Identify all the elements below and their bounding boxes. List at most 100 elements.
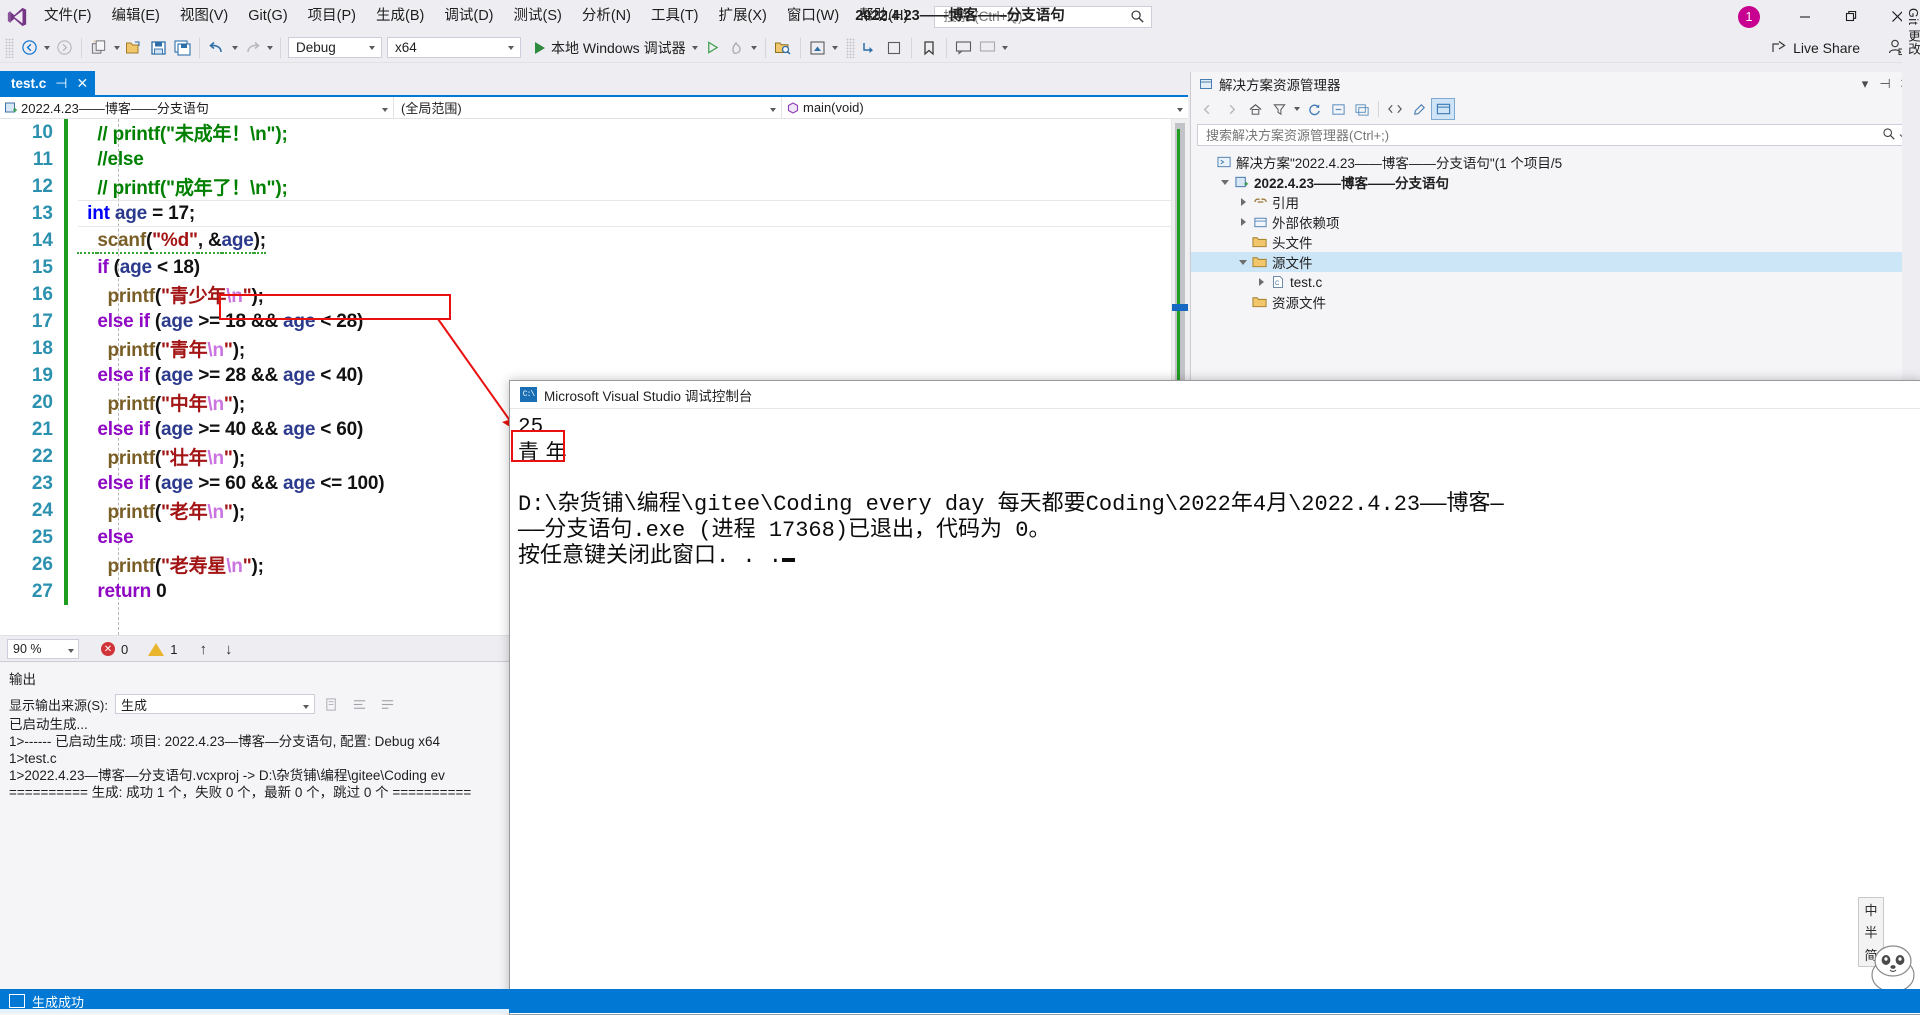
navigate-back-icon[interactable]	[17, 36, 41, 60]
code-line[interactable]: 16 printf("青少年\n");	[0, 281, 384, 308]
notification-badge[interactable]: 1	[1738, 5, 1760, 28]
code-line[interactable]: 19 else if (age >= 28 && age < 40)	[0, 362, 384, 389]
menu-file[interactable]: 文件(F)	[34, 0, 102, 33]
comment-icon[interactable]	[952, 36, 976, 60]
live-visual-tree-icon[interactable]	[806, 36, 830, 60]
filter-dropdown-icon[interactable]	[1291, 97, 1302, 121]
code-line[interactable]: 27 return 0	[0, 578, 384, 605]
collapse-all-icon[interactable]	[1326, 98, 1350, 120]
error-count-group[interactable]: ✕ 0	[101, 642, 128, 657]
menu-project[interactable]: 项目(P)	[298, 0, 366, 33]
toolbar-grip[interactable]	[5, 37, 14, 58]
solution-configuration-combo[interactable]: Debug	[288, 37, 382, 58]
toggle-wordwrap-icon[interactable]	[349, 693, 371, 715]
solution-tree-item[interactable]: Ctest.c	[1191, 272, 1920, 292]
tree-expander-icon[interactable]	[1235, 252, 1251, 272]
code-line[interactable]: 22 printf("壮年\n");	[0, 443, 384, 470]
code-line[interactable]: 24 printf("老年\n");	[0, 497, 384, 524]
toolbar-grip-2[interactable]	[845, 37, 855, 58]
redo-dropdown-icon[interactable]	[264, 36, 275, 60]
search-input[interactable]	[941, 8, 1131, 25]
code-line[interactable]: 10 // printf("未成年！\n");	[0, 119, 384, 146]
menu-build[interactable]: 生成(B)	[366, 0, 434, 33]
menu-extensions[interactable]: 扩展(X)	[709, 0, 777, 33]
comment-dropdown-icon[interactable]	[1000, 36, 1011, 60]
back-icon[interactable]	[1195, 98, 1219, 120]
solution-tree[interactable]: 解决方案"2022.4.23——博客——分支语句"(1 个项目/5 2022.4.…	[1191, 150, 1920, 312]
navigate-back-dropdown-icon[interactable]	[41, 36, 52, 60]
ime-mode-chinese[interactable]: 中	[1864, 900, 1877, 919]
save-icon[interactable]	[146, 36, 170, 60]
menu-test[interactable]: 测试(S)	[504, 0, 572, 33]
maximize-restore-button[interactable]	[1828, 0, 1874, 33]
properties-icon[interactable]	[1407, 98, 1431, 120]
menu-analyze[interactable]: 分析(N)	[572, 0, 641, 33]
home-icon[interactable]	[1243, 98, 1267, 120]
undo-dropdown-icon[interactable]	[229, 36, 240, 60]
close-icon[interactable]: ✕	[76, 75, 88, 92]
code-line[interactable]: 11 //else	[0, 146, 384, 173]
output-source-combo[interactable]: 生成	[114, 694, 315, 714]
live-share-button[interactable]: Live Share	[1771, 33, 1860, 62]
code-line[interactable]: 25 else	[0, 524, 384, 551]
navbar-project-combo[interactable]: 2022.4.23——博客——分支语句	[0, 97, 394, 118]
ime-mascot-icon[interactable]	[1862, 929, 1920, 993]
navbar-scope-combo[interactable]: (全局范围)	[394, 97, 782, 118]
solution-tree-item[interactable]: 源文件	[1191, 252, 1920, 272]
menu-tools[interactable]: 工具(T)	[641, 0, 709, 33]
output-settings-icon[interactable]	[377, 693, 399, 715]
save-all-icon[interactable]	[170, 36, 194, 60]
tree-expander-icon[interactable]	[1235, 192, 1251, 212]
solution-search-input[interactable]	[1204, 126, 1882, 144]
tree-expander-icon[interactable]	[1235, 212, 1251, 232]
minimize-button[interactable]	[1782, 0, 1828, 33]
previous-issue-button[interactable]: ↑	[199, 641, 207, 658]
menu-window[interactable]: 窗口(W)	[777, 0, 849, 33]
solution-tree-item[interactable]: 引用	[1191, 192, 1920, 212]
code-line[interactable]: 21 else if (age >= 40 && age < 60)	[0, 416, 384, 443]
bookmark-icon[interactable]	[917, 36, 941, 60]
navigate-forward-icon[interactable]	[52, 36, 76, 60]
step-over-icon[interactable]	[882, 36, 906, 60]
solution-tree-item[interactable]: 解决方案"2022.4.23——博客——分支语句"(1 个项目/5	[1191, 152, 1920, 172]
solution-explorer-menu-icon[interactable]: ▾	[1855, 73, 1875, 95]
undo-icon[interactable]	[205, 36, 229, 60]
code-line[interactable]: 23 else if (age >= 60 && age <= 100)	[0, 470, 385, 497]
debug-console-window[interactable]: C:\ Microsoft Visual Studio 调试控制台 25 青 年…	[509, 380, 1920, 1015]
open-file-icon[interactable]	[122, 36, 146, 60]
solution-tree-item[interactable]: 2022.4.23——博客——分支语句	[1191, 172, 1920, 192]
new-project-dropdown-icon[interactable]	[111, 36, 122, 60]
global-search-box[interactable]	[934, 5, 1153, 28]
pin-icon[interactable]: ⊣	[55, 75, 67, 92]
new-project-icon[interactable]	[87, 36, 111, 60]
show-all-files-icon[interactable]	[1350, 98, 1374, 120]
zoom-level-combo[interactable]: 90 %	[7, 639, 79, 659]
hot-reload-icon[interactable]	[725, 36, 749, 60]
hot-reload-dropdown-icon[interactable]	[749, 36, 760, 60]
forward-icon[interactable]	[1219, 98, 1243, 120]
menu-git[interactable]: Git(G)	[238, 0, 297, 33]
menu-help[interactable]: 帮助(H)	[849, 0, 918, 33]
uncomment-icon[interactable]	[976, 36, 1000, 60]
navbar-function-combo[interactable]: main(void)	[782, 97, 1188, 118]
tree-expander-icon[interactable]	[1253, 272, 1269, 292]
clear-output-icon[interactable]	[321, 693, 343, 715]
next-issue-button[interactable]: ↓	[225, 641, 233, 658]
redo-icon[interactable]	[240, 36, 264, 60]
solution-explorer-search-box[interactable]	[1197, 124, 1915, 146]
view-code-icon[interactable]	[1383, 98, 1407, 120]
code-line[interactable]: 26 printf("老寿星\n");	[0, 551, 384, 578]
start-debugging-button[interactable]: 本地 Windows 调试器	[529, 36, 690, 60]
menu-debug[interactable]: 调试(D)	[434, 0, 503, 33]
tree-expander-icon[interactable]	[1217, 172, 1233, 192]
pending-changes-filter-icon[interactable]	[1267, 98, 1291, 120]
preview-selected-items-icon[interactable]	[1431, 98, 1455, 120]
menu-view[interactable]: 视图(V)	[170, 0, 238, 33]
select-element-icon[interactable]	[771, 36, 795, 60]
code-line[interactable]: 17 else if (age >= 18 && age < 28)	[0, 308, 384, 335]
start-without-debugging-icon[interactable]	[701, 36, 725, 60]
solution-tree-item[interactable]: 资源文件	[1191, 292, 1920, 312]
live-visual-tree-dropdown-icon[interactable]	[830, 36, 841, 60]
code-line[interactable]: 18 printf("青年\n");	[0, 335, 384, 362]
solution-platform-combo[interactable]: x64	[387, 37, 521, 58]
